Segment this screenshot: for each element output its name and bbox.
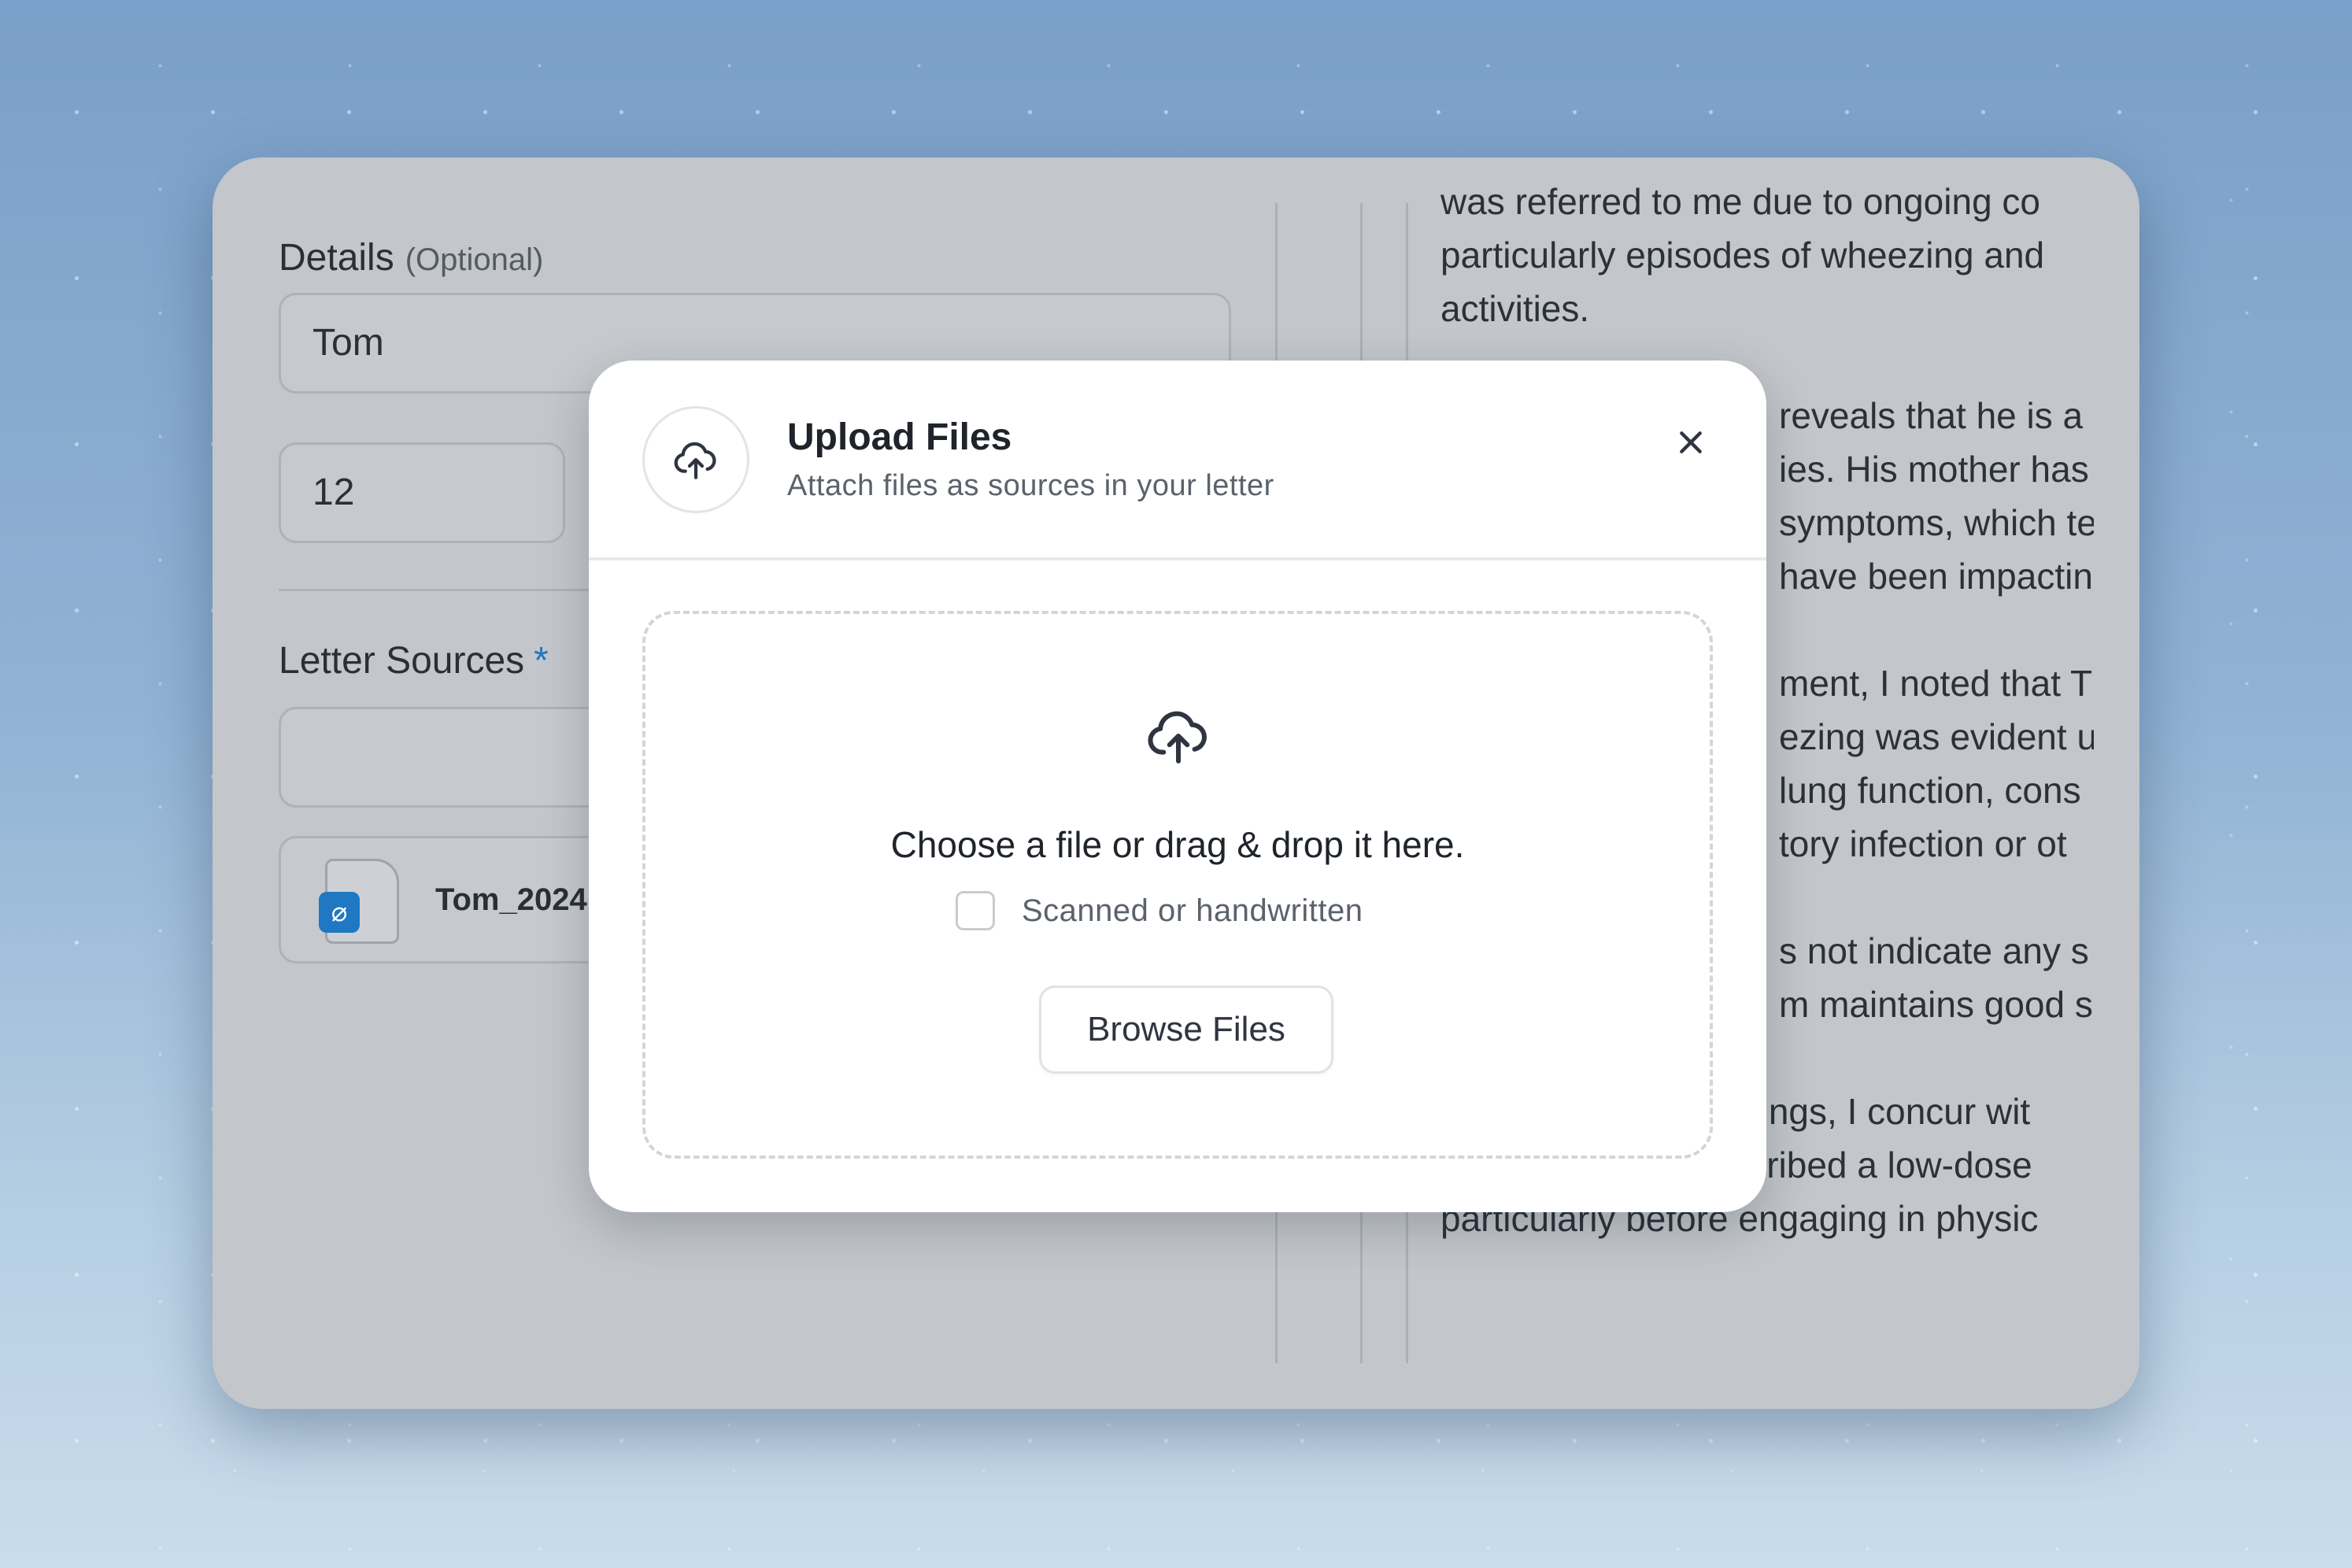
letter-line: activities.	[1440, 288, 1590, 329]
letter-line: ies. His mother has	[1779, 449, 2089, 490]
scanned-checkbox[interactable]	[956, 891, 995, 930]
letter-line: have been impactin	[1779, 556, 2093, 597]
modal-subtitle: Attach files as sources in your letter	[787, 469, 1274, 502]
letter-line: symptoms, which te	[1779, 502, 2094, 543]
details-label-text: Details	[279, 237, 394, 279]
letter-paragraph: was referred to me due to ongoing co par…	[1440, 175, 2094, 335]
file-dropzone[interactable]: Choose a file or drag & drop it here. Sc…	[642, 611, 1713, 1159]
letter-line: ment, I noted that T	[1779, 663, 2093, 704]
close-icon	[1680, 431, 1702, 453]
letter-line: m maintains good s	[1779, 984, 2093, 1025]
letter-line: ezing was evident u	[1779, 716, 2094, 757]
scanned-checkbox-label[interactable]: Scanned or handwritten	[1022, 893, 1363, 929]
modal-header: Upload Files Attach files as sources in …	[589, 361, 1766, 560]
attached-file-name: Tom_2024	[435, 882, 587, 917]
sources-label: Letter Sources *	[279, 639, 549, 682]
browse-files-button[interactable]: Browse Files	[1039, 986, 1333, 1074]
letter-line: particularly episodes of wheezing and	[1440, 235, 2045, 276]
cloud-upload-icon	[642, 406, 749, 513]
dropzone-title: Choose a file or drag & drop it here.	[890, 824, 1465, 865]
letter-line: was referred to me due to ongoing co	[1440, 181, 2041, 222]
optional-tag: (Optional)	[405, 242, 544, 277]
sources-label-text: Letter Sources	[279, 640, 525, 682]
letter-line: reveals that he is a	[1779, 395, 2084, 436]
paperclip-icon: ⌀	[319, 892, 360, 933]
details-label: Details (Optional)	[279, 236, 543, 279]
letter-line: lung function, cons	[1779, 770, 2081, 811]
letter-line: s not indicate any s	[1779, 930, 2089, 971]
upload-files-modal: Upload Files Attach files as sources in …	[589, 361, 1766, 1212]
letter-line: tory infection or ot	[1779, 823, 2067, 864]
close-button[interactable]	[1666, 417, 1716, 468]
cloud-upload-icon	[1148, 711, 1207, 764]
age-input[interactable]: 12	[279, 442, 565, 543]
modal-title: Upload Files	[787, 416, 1012, 458]
scanned-checkbox-row[interactable]: Scanned or handwritten	[956, 891, 1363, 930]
required-mark: *	[534, 640, 549, 682]
